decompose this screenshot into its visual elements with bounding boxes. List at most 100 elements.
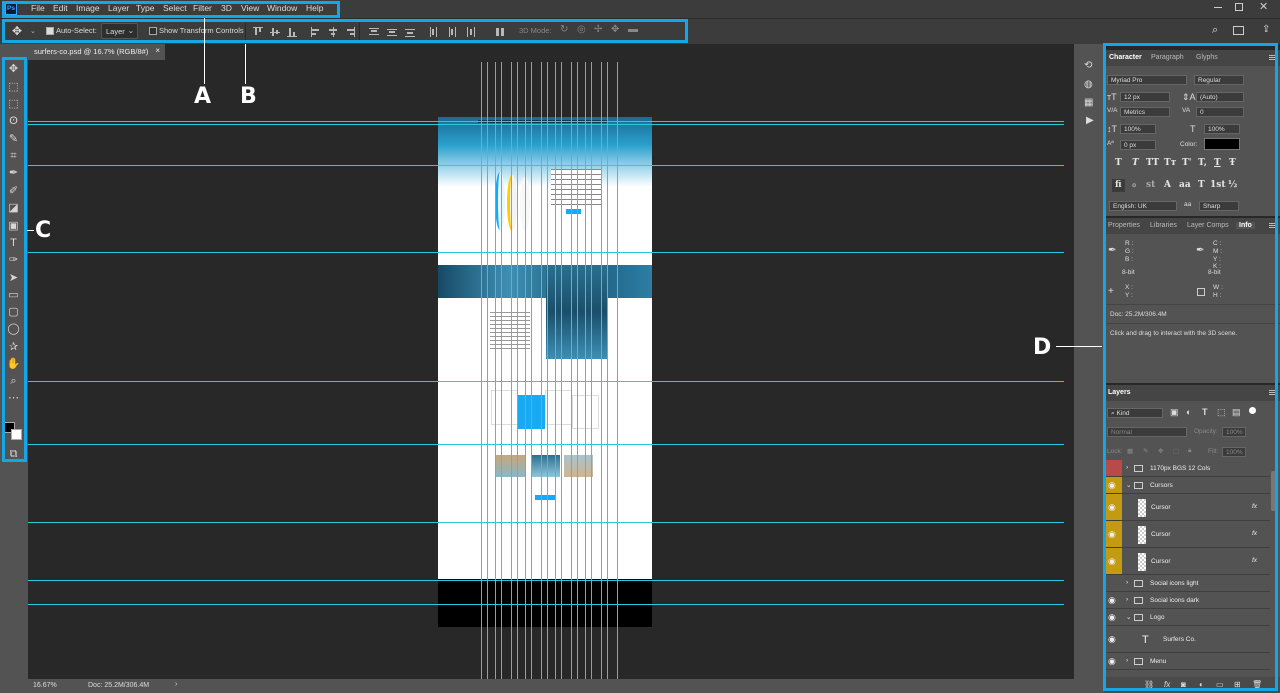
chevron-right-icon[interactable]: ›	[1126, 464, 1128, 471]
crop-tool-icon[interactable]: ⌗	[6, 149, 21, 163]
document-canvas[interactable]	[438, 117, 652, 627]
visibility-eye-icon[interactable]: ◉	[1104, 494, 1122, 520]
link-layers-icon[interactable]: ⛓︎	[1144, 680, 1154, 689]
filter-smart-icon[interactable]: ▤	[1232, 407, 1241, 418]
brush-tool-icon[interactable]: ✐	[6, 184, 21, 198]
menu-image[interactable]: Image	[76, 3, 100, 13]
filter-toggle-icon[interactable]	[1249, 407, 1256, 414]
photoshop-logo-icon[interactable]: Ps	[5, 3, 17, 15]
layer-row[interactable]: › 1170px BGS 12 Cols	[1104, 460, 1270, 477]
alternates-button[interactable]: A	[1164, 180, 1171, 190]
lasso-tool-icon[interactable]: ʘ	[6, 114, 21, 128]
visibility-eye-icon[interactable]	[1104, 460, 1122, 476]
layer-row[interactable]: ◉ › Social icons dark	[1104, 592, 1270, 609]
filter-adjustment-icon[interactable]: ◐	[1186, 407, 1191, 417]
blend-mode-select[interactable]: Normal	[1107, 427, 1187, 437]
leading-field[interactable]: (Auto)	[1196, 92, 1244, 102]
visibility-eye-icon[interactable]: ◉	[1104, 609, 1122, 625]
tab-glyphs[interactable]: Glyphs	[1196, 54, 1218, 61]
chevron-down-icon[interactable]: ⌄	[1126, 481, 1131, 489]
distribute-vcenter-icon[interactable]	[387, 27, 397, 37]
close-icon[interactable]: ✕	[1259, 0, 1268, 13]
restore-icon[interactable]	[1235, 3, 1243, 11]
small-caps-button[interactable]: Tт	[1164, 158, 1176, 168]
filter-type-icon[interactable]: T	[1202, 407, 1208, 417]
share-icon[interactable]: ⇪	[1262, 24, 1270, 35]
fx-icon[interactable]: fx	[1252, 503, 1257, 510]
status-menu-arrow[interactable]: ›	[175, 681, 177, 688]
chevron-down-icon[interactable]: ⌄	[30, 27, 36, 35]
panel-menu-icon[interactable]	[1269, 390, 1275, 395]
baseline-shift-field[interactable]: 0 px	[1120, 140, 1156, 150]
history-icon[interactable]: ⟲	[1084, 60, 1092, 71]
menu-layer[interactable]: Layer	[108, 3, 129, 13]
ligatures-button[interactable]: fi	[1115, 180, 1122, 190]
tab-properties[interactable]: Properties	[1108, 222, 1140, 229]
marquee-tool-icon[interactable]: ⬚	[6, 97, 21, 111]
opacity-field[interactable]: 100%	[1222, 427, 1246, 437]
eyedropper-tool-icon[interactable]: ✒	[6, 166, 21, 180]
quick-select-tool-icon[interactable]: ✎	[6, 132, 21, 146]
align-hcenter-icon[interactable]	[328, 27, 338, 37]
visibility-eye-icon[interactable]: ◉	[1104, 521, 1122, 547]
3d-panel-icon[interactable]: ◍	[1084, 79, 1093, 90]
underline-button[interactable]: T	[1214, 158, 1221, 168]
menu-select[interactable]: Select	[163, 3, 187, 13]
menu-type[interactable]: Type	[136, 3, 154, 13]
hand-tool-icon[interactable]: ✋	[6, 357, 21, 371]
new-group-icon[interactable]: ▭	[1216, 680, 1224, 689]
fx-icon[interactable]: fx	[1164, 680, 1170, 689]
type-tool-icon[interactable]: T	[6, 236, 21, 250]
fx-icon[interactable]: fx	[1252, 530, 1257, 537]
visibility-eye-icon[interactable]: ◉	[1104, 548, 1122, 574]
menu-help[interactable]: Help	[306, 3, 323, 13]
align-vcenter-icon[interactable]	[270, 27, 280, 37]
minimize-icon[interactable]	[1214, 7, 1222, 8]
layer-row[interactable]: › Social icons light	[1104, 575, 1270, 592]
screen-mode-icon[interactable]: ⧉	[6, 447, 21, 461]
workspace-icon[interactable]	[1233, 26, 1244, 35]
trash-icon[interactable]: 🗑︎	[1252, 680, 1262, 689]
distribute-top-icon[interactable]	[369, 27, 379, 37]
3d-orbit-icon[interactable]: ↻	[560, 24, 568, 35]
rounded-rect-tool-icon[interactable]: ▢	[6, 305, 21, 319]
visibility-eye-icon[interactable]: ◉	[1104, 653, 1122, 669]
artboard-tool-icon[interactable]: ⬚	[6, 80, 21, 94]
path-select-tool-icon[interactable]: ➤	[6, 271, 21, 285]
vertical-scale-field[interactable]: 100%	[1120, 124, 1156, 134]
move-tool-icon[interactable]: ✥	[6, 62, 21, 76]
tab-libraries[interactable]: Libraries	[1150, 222, 1177, 229]
layer-filter-select[interactable]: ⌕ Kind	[1107, 408, 1163, 418]
swash-button[interactable]: st	[1146, 180, 1155, 190]
grid-icon[interactable]: ▦	[1084, 97, 1093, 108]
lock-transparent-icon[interactable]: ▦	[1127, 447, 1133, 455]
panel-menu-icon[interactable]	[1269, 223, 1275, 228]
antialias-select[interactable]: Sharp	[1199, 201, 1239, 211]
search-icon[interactable]: ⌕	[1212, 24, 1218, 37]
align-left-icon[interactable]	[311, 27, 321, 37]
gradient-tool-icon[interactable]: ▣	[6, 219, 21, 233]
kerning-field[interactable]: Metrics	[1120, 107, 1170, 117]
tab-layers[interactable]: Layers	[1108, 389, 1131, 396]
tracking-field[interactable]: 0	[1196, 107, 1244, 117]
distribute-bottom-icon[interactable]	[405, 27, 415, 37]
align-top-icon[interactable]	[253, 27, 263, 37]
ordinals-button[interactable]: 1st	[1210, 180, 1226, 190]
font-style-select[interactable]: Regular	[1194, 75, 1244, 85]
subscript-button[interactable]: T,	[1198, 158, 1207, 168]
font-family-select[interactable]: Myriad Pro	[1107, 75, 1187, 85]
layer-row[interactable]: ◉ Cursor fx	[1104, 494, 1270, 521]
auto-select-checkbox[interactable]	[46, 27, 54, 35]
fx-icon[interactable]: fx	[1252, 557, 1257, 564]
faux-italic-button[interactable]: T	[1132, 158, 1139, 168]
layers-scrollbar[interactable]	[1271, 471, 1276, 511]
menu-filter[interactable]: Filter	[193, 3, 212, 13]
chevron-right-icon[interactable]: ›	[1126, 596, 1128, 603]
align-bottom-icon[interactable]	[287, 27, 297, 37]
language-select[interactable]: English: UK	[1109, 201, 1177, 211]
fill-field[interactable]: 100%	[1222, 447, 1246, 457]
rectangle-tool-icon[interactable]: ▭	[6, 288, 21, 302]
horizontal-scale-field[interactable]: 100%	[1204, 124, 1240, 134]
titling-button[interactable]: T	[1198, 180, 1205, 190]
visibility-eye-icon[interactable]	[1104, 575, 1122, 591]
